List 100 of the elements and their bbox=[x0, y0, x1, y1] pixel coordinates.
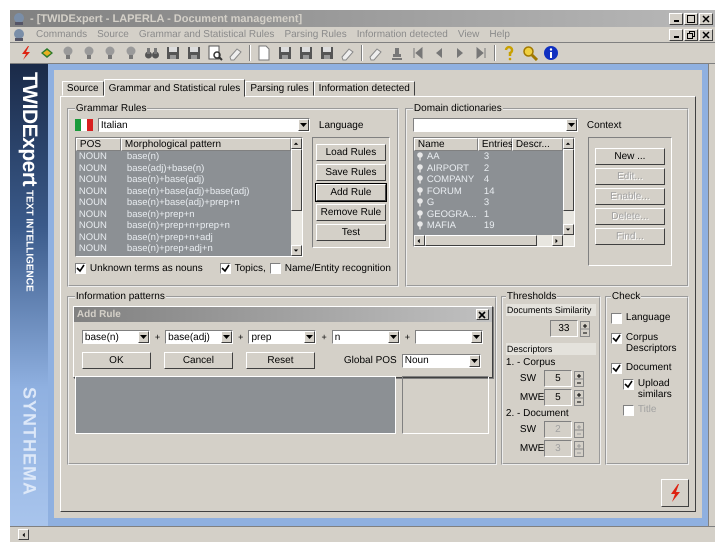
scroll-button[interactable] bbox=[290, 245, 302, 256]
restore-button[interactable] bbox=[684, 28, 698, 40]
tab[interactable]: Source bbox=[62, 81, 104, 96]
dropdown-button[interactable] bbox=[138, 331, 149, 343]
run-button[interactable] bbox=[660, 479, 689, 507]
window-title: - [TWIDExpert - LAPERLA - Document management] bbox=[30, 12, 302, 24]
column-header[interactable]: Entries bbox=[478, 138, 512, 151]
spin-field[interactable]: 5 bbox=[544, 389, 572, 406]
checkbox[interactable]: Upload similars bbox=[622, 378, 683, 400]
dropdown-button[interactable] bbox=[298, 119, 309, 131]
page-icon[interactable] bbox=[256, 45, 272, 61]
table-cell-text: NOUN bbox=[78, 243, 108, 254]
rule-button[interactable]: Remove Rule bbox=[316, 204, 386, 221]
checkbox[interactable]: Topics, bbox=[220, 263, 266, 274]
term-dropdown[interactable] bbox=[414, 330, 483, 344]
column-header[interactable]: Name bbox=[414, 138, 478, 151]
dropdown-button[interactable] bbox=[388, 331, 399, 343]
grammar-rules-list[interactable] bbox=[74, 137, 303, 257]
bulb-icon bbox=[416, 152, 423, 162]
tab[interactable]: Parsing rules bbox=[245, 81, 314, 96]
checkbox[interactable]: Document bbox=[610, 362, 683, 374]
table-cell-text: AA bbox=[426, 151, 440, 162]
global-pos-dropdown[interactable]: Noun bbox=[402, 354, 481, 368]
maximize-button[interactable] bbox=[684, 12, 698, 24]
dropdown-button[interactable] bbox=[221, 331, 232, 343]
column-header[interactable]: POS bbox=[76, 138, 121, 151]
table-cell-text: base(n)+base(adj)+base(adj) bbox=[126, 186, 250, 197]
close-button[interactable] bbox=[699, 28, 713, 40]
caret-icon bbox=[140, 335, 147, 339]
checkmark-icon bbox=[76, 264, 85, 273]
checkbox[interactable]: Language bbox=[610, 312, 683, 324]
close-button[interactable] bbox=[699, 12, 713, 24]
info-icon[interactable] bbox=[543, 45, 559, 61]
column-header[interactable]: Descr... bbox=[512, 138, 563, 151]
tab[interactable]: Grammar and Statistical rules bbox=[104, 79, 246, 97]
scrollbar[interactable] bbox=[290, 138, 302, 256]
table-cell-text: 3 bbox=[482, 197, 490, 208]
scroll-button[interactable] bbox=[552, 235, 563, 246]
term-dropdown[interactable]: prep bbox=[248, 330, 316, 344]
dropdown-button[interactable] bbox=[470, 331, 482, 343]
table-cell-text: COMPANY bbox=[426, 174, 474, 186]
patterns-list[interactable] bbox=[74, 376, 396, 434]
table-cell-text: MAFIA bbox=[426, 220, 456, 232]
stamp-icon[interactable] bbox=[389, 45, 405, 61]
document-icon[interactable] bbox=[207, 45, 223, 61]
checkbox[interactable]: Unknown terms as nouns bbox=[74, 263, 203, 274]
spin-field[interactable]: 33 bbox=[550, 320, 578, 337]
tab[interactable]: Information detected bbox=[314, 81, 415, 96]
product-tagline: TEXT INTELLIGENCE bbox=[23, 190, 34, 292]
term-dropdown[interactable]: n bbox=[332, 330, 400, 344]
scroll-button[interactable] bbox=[18, 529, 29, 540]
caret-icon bbox=[223, 335, 230, 339]
scrollbar[interactable] bbox=[708, 64, 715, 526]
dialog-button[interactable]: Reset bbox=[246, 352, 315, 369]
term-dropdown[interactable]: base(n) bbox=[82, 330, 150, 344]
checkbox[interactable]: Name/Entity recognition bbox=[270, 263, 391, 274]
close-button[interactable] bbox=[476, 309, 489, 320]
bulb-icon bbox=[416, 210, 423, 219]
scrollbar[interactable] bbox=[414, 235, 574, 246]
caret-icon bbox=[470, 358, 478, 362]
minimize-button[interactable] bbox=[669, 12, 683, 24]
dialog-button[interactable]: OK bbox=[82, 352, 151, 369]
scroll-button[interactable] bbox=[290, 138, 302, 149]
scroll-button[interactable] bbox=[562, 138, 574, 149]
scrollbar[interactable] bbox=[562, 138, 574, 235]
bulb-icon bbox=[416, 186, 423, 196]
scroll-button[interactable] bbox=[562, 224, 574, 235]
magnifier-icon[interactable] bbox=[522, 45, 538, 61]
binoculars-icon[interactable] bbox=[144, 45, 160, 61]
term-dropdown[interactable]: base(adj) bbox=[165, 330, 234, 344]
minimize-button[interactable] bbox=[669, 28, 683, 40]
dropdown-button[interactable] bbox=[304, 331, 316, 343]
rule-button[interactable]: Load Rules bbox=[316, 144, 386, 161]
context-dropdown[interactable] bbox=[412, 118, 578, 132]
bulb-icon bbox=[416, 198, 423, 208]
spin-buttons-icon[interactable] bbox=[574, 390, 584, 406]
table-cell-text: base(n)+prep+n+prep+n bbox=[126, 220, 231, 232]
table-cell-text: NOUN bbox=[78, 197, 108, 208]
scroll-button[interactable] bbox=[414, 235, 425, 246]
dropdown-button[interactable] bbox=[468, 354, 480, 366]
checkbox[interactable]: Corpus Descriptors bbox=[610, 332, 683, 354]
column-header[interactable]: Morphological pattern bbox=[120, 138, 291, 151]
close-icon bbox=[702, 30, 710, 38]
section-header: Documents Similarity bbox=[506, 304, 596, 316]
close-icon bbox=[478, 310, 486, 318]
rule-button[interactable]: Add Rule bbox=[316, 184, 386, 201]
dropdown-button[interactable] bbox=[566, 119, 577, 131]
dictionary-list[interactable]: Name Entries Descr... AA 3 AIRPORT 2 COMPANY 4 FORUM 14 G 3 GEOGRA... 1 MAFIA 19 bbox=[412, 137, 575, 247]
field-label: SW bbox=[520, 424, 538, 435]
dialog-button[interactable]: Cancel bbox=[164, 352, 233, 369]
spin-field[interactable]: 5 bbox=[544, 370, 572, 387]
language-dropdown[interactable]: Italian bbox=[98, 118, 310, 132]
rule-button[interactable]: Save Rules bbox=[316, 164, 386, 181]
checkmark-icon bbox=[612, 334, 621, 343]
scrollbar[interactable] bbox=[10, 526, 715, 542]
spin-buttons-icon[interactable] bbox=[580, 320, 590, 336]
maximize-icon bbox=[687, 14, 695, 22]
rule-button[interactable]: Test bbox=[316, 224, 386, 241]
spin-buttons-icon[interactable] bbox=[574, 370, 584, 386]
dictionary-button[interactable]: New ... bbox=[594, 148, 665, 165]
